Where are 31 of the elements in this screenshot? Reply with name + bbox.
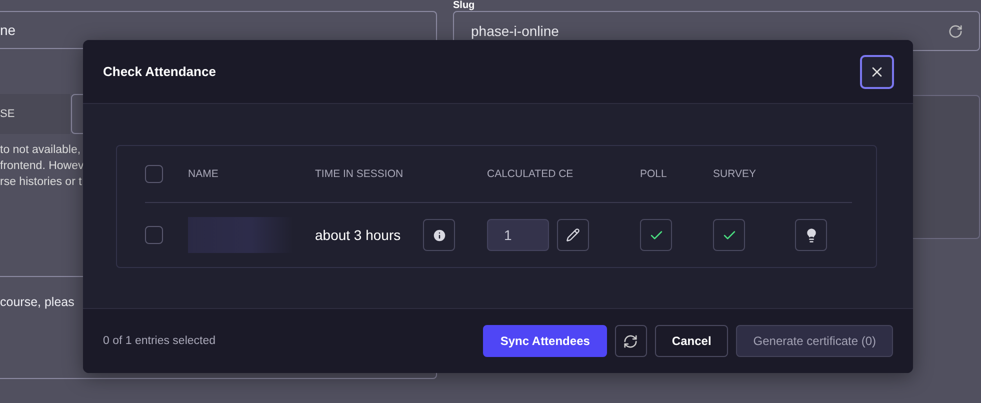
refresh-icon[interactable] [948,24,963,38]
refresh-button[interactable] [614,325,647,357]
survey-status-button[interactable] [713,219,745,251]
slug-label: Slug [453,0,475,11]
row-checkbox[interactable] [145,226,163,244]
note-text: course, pleas [0,295,74,309]
help-text: to not available, [0,143,81,158]
sync-button[interactable]: Sync Attendees [483,325,607,357]
refresh-icon [623,334,638,348]
info-button[interactable] [423,219,455,251]
column-header: TIME IN SESSION [315,168,404,180]
help-text: rse histories or t [0,175,82,190]
edit-button[interactable] [557,219,589,251]
column-header: SURVEY [713,168,757,180]
lightbulb-button[interactable] [795,219,827,251]
ce-input[interactable]: 1 [487,219,549,251]
close-button[interactable] [860,54,894,88]
column-header: CALCULATED CE [487,168,574,180]
poll-status-button[interactable] [640,219,672,251]
slug-value: phase-i-online [471,23,559,39]
option-label: SE [0,94,70,134]
dialog-title: Check Attendance [103,64,216,79]
column-header: NAME [188,168,220,180]
cancel-button[interactable]: Cancel [654,325,728,357]
select-all-checkbox[interactable] [145,165,163,183]
selection-count: 0 of 1 entries selected [103,335,216,347]
pencil-icon [566,228,580,242]
help-text: frontend. Howev [0,159,84,174]
info-icon [432,228,446,242]
column-header: POLL [640,168,668,180]
time-in-session: about 3 hours [315,227,402,243]
